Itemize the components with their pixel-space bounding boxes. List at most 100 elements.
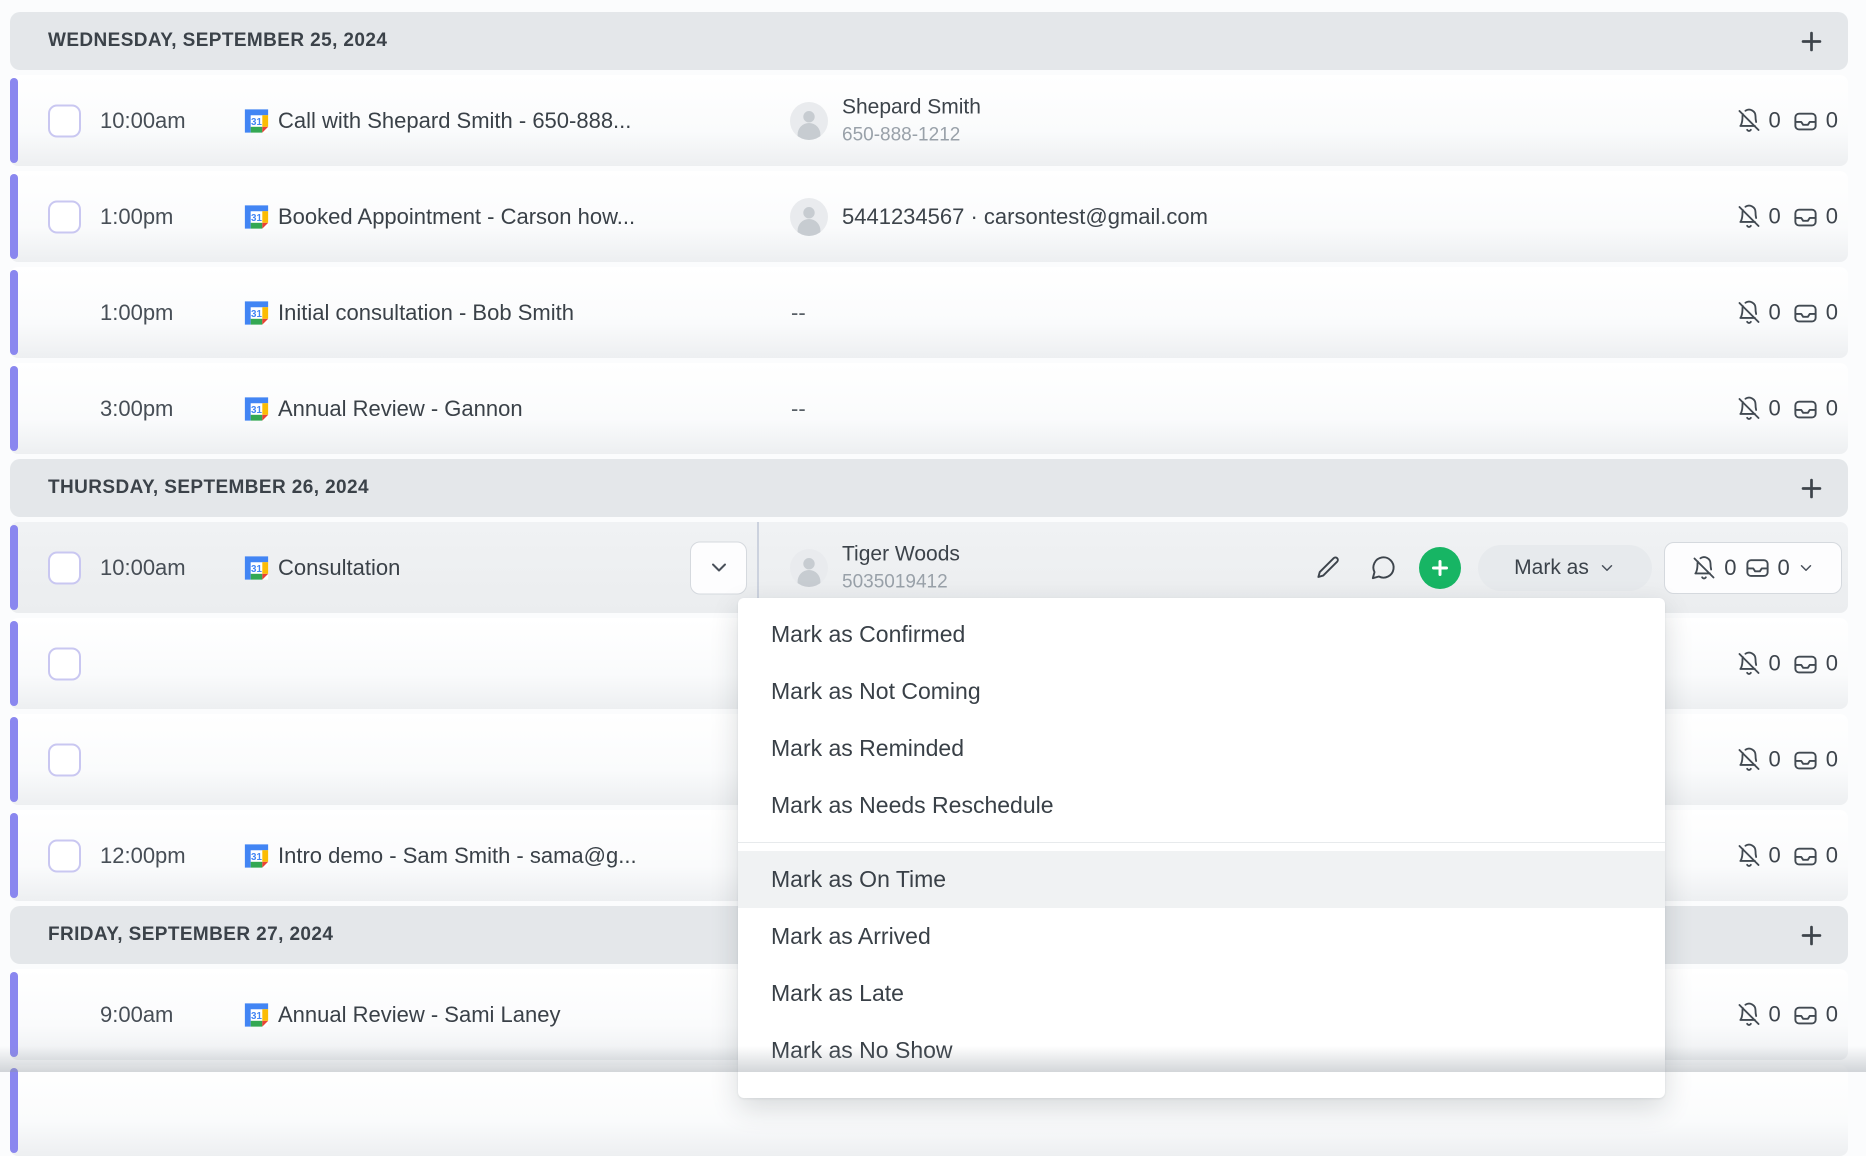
alerts-count: 0 — [1769, 108, 1785, 134]
appointment-title: Annual Review - Gannon — [278, 396, 523, 422]
google-calendar-icon — [241, 999, 272, 1030]
accent-bar — [10, 621, 18, 706]
day-header-thursday: THURSDAY, SEPTEMBER 26, 2024 — [10, 459, 1848, 517]
day-header-date: FRIDAY, SEPTEMBER 27, 2024 — [48, 924, 333, 946]
avatar — [790, 102, 828, 140]
contact-name: Tiger Woods — [842, 542, 960, 566]
chevron-down-icon — [1797, 559, 1815, 577]
inbox-icon — [1744, 554, 1771, 581]
chat-bubble-icon — [1370, 554, 1397, 581]
row-checkbox[interactable] — [48, 647, 81, 680]
pencil-icon — [1315, 554, 1342, 581]
alerts-count: 0 — [1769, 651, 1785, 677]
day-header-date: WEDNESDAY, SEPTEMBER 25, 2024 — [48, 30, 387, 52]
menu-item-mark-as-no-show[interactable]: Mark as No Show — [738, 1022, 1665, 1079]
alerts-count: 0 — [1769, 300, 1785, 326]
row-checkbox[interactable] — [48, 743, 81, 776]
appointment-time: 1:00pm — [100, 300, 173, 326]
menu-item-mark-as-confirmed[interactable]: Mark as Confirmed — [738, 606, 1665, 663]
row-counters: 0 0 — [1736, 203, 1839, 230]
appointment-row[interactable]: 3:00pm Annual Review - Gannon -- 0 0 — [10, 363, 1848, 454]
google-calendar-icon — [241, 840, 272, 871]
mark-as-button[interactable]: Mark as — [1478, 545, 1652, 591]
contact-phone: 5035019412 — [842, 571, 960, 593]
menu-item-mark-as-arrived[interactable]: Mark as Arrived — [738, 908, 1665, 965]
messages-count: 0 — [1826, 204, 1838, 230]
messages-count: 0 — [1826, 396, 1838, 422]
add-appointment-button[interactable] — [1796, 26, 1826, 56]
avatar — [790, 549, 828, 587]
contact-line: 5441234567 · carsontest@gmail.com — [842, 204, 1208, 230]
add-contact-button[interactable] — [1419, 547, 1461, 589]
accent-bar — [10, 813, 18, 898]
notifications-dropdown-button[interactable]: 0 0 — [1664, 542, 1842, 594]
accent-bar — [10, 972, 18, 1057]
accent-bar — [10, 366, 18, 451]
accent-bar — [10, 717, 18, 802]
menu-item-mark-as-not-coming[interactable]: Mark as Not Coming — [738, 663, 1665, 720]
inbox-icon — [1792, 842, 1819, 869]
appointment-row[interactable]: 10:00am Call with Shepard Smith - 650-88… — [10, 75, 1848, 166]
contact-placeholder: -- — [791, 300, 806, 326]
alerts-count: 0 — [1769, 843, 1785, 869]
inbox-icon — [1792, 203, 1819, 230]
appointment-time: 12:00pm — [100, 843, 186, 869]
menu-item-mark-as-needs-reschedule[interactable]: Mark as Needs Reschedule — [738, 777, 1665, 834]
row-counters: 0 0 — [1736, 842, 1839, 869]
chevron-down-icon — [707, 556, 731, 580]
google-calendar-icon — [241, 297, 272, 328]
bell-off-icon — [1736, 300, 1762, 326]
google-calendar-icon — [241, 393, 272, 424]
row-checkbox[interactable] — [48, 104, 81, 137]
contact-placeholder: -- — [791, 396, 806, 422]
add-appointment-button[interactable] — [1796, 473, 1826, 503]
person-icon — [790, 198, 828, 236]
messages-count: 0 — [1826, 747, 1838, 773]
day-header-date: THURSDAY, SEPTEMBER 26, 2024 — [48, 477, 369, 499]
inbox-icon — [1792, 1001, 1819, 1028]
appointment-time: 9:00am — [100, 1002, 173, 1028]
appointment-time: 3:00pm — [100, 396, 173, 422]
appointment-time: 10:00am — [100, 555, 186, 581]
appointment-title: Call with Shepard Smith - 650-888... — [278, 108, 631, 134]
contact-info: Shepard Smith 650-888-1212 — [842, 95, 981, 146]
row-counters: 0 0 — [1736, 299, 1839, 326]
add-appointment-button[interactable] — [1796, 920, 1826, 950]
contact-info: Tiger Woods 5035019412 — [842, 542, 960, 593]
chevron-down-icon — [1598, 559, 1616, 577]
row-counters: 0 0 — [1736, 1001, 1839, 1028]
menu-item-mark-as-on-time[interactable]: Mark as On Time — [738, 851, 1665, 908]
day-header-wednesday: WEDNESDAY, SEPTEMBER 25, 2024 — [10, 12, 1848, 70]
accent-bar — [10, 270, 18, 355]
row-checkbox[interactable] — [48, 551, 81, 584]
bell-off-icon — [1691, 555, 1717, 581]
alerts-count: 0 — [1769, 396, 1785, 422]
appointment-title: Booked Appointment - Carson how... — [278, 204, 635, 230]
menu-item-mark-as-reminded[interactable]: Mark as Reminded — [738, 720, 1665, 777]
menu-item-mark-as-late[interactable]: Mark as Late — [738, 965, 1665, 1022]
messages-count: 0 — [1826, 108, 1838, 134]
plus-icon — [1798, 922, 1825, 949]
row-counters: 0 0 — [1736, 650, 1839, 677]
appointment-time: 1:00pm — [100, 204, 173, 230]
edit-button[interactable] — [1313, 553, 1343, 583]
inbox-icon — [1792, 299, 1819, 326]
bell-off-icon — [1736, 1002, 1762, 1028]
mark-as-label: Mark as — [1514, 556, 1589, 580]
appointment-title: Consultation — [278, 555, 400, 581]
appointment-title: Annual Review - Sami Laney — [278, 1002, 560, 1028]
messages-count: 0 — [1826, 651, 1838, 677]
alerts-count: 0 — [1769, 204, 1785, 230]
plus-icon — [1428, 556, 1452, 580]
appointment-row[interactable]: 1:00pm Booked Appointment - Carson how..… — [10, 171, 1848, 262]
conversation-button[interactable] — [1368, 553, 1398, 583]
appointment-row[interactable]: 1:00pm Initial consultation - Bob Smith … — [10, 267, 1848, 358]
appointment-time: 10:00am — [100, 108, 186, 134]
messages-count: 0 — [1778, 555, 1790, 581]
mark-as-menu: Mark as Confirmed Mark as Not Coming Mar… — [738, 598, 1665, 1098]
messages-count: 0 — [1826, 843, 1838, 869]
row-checkbox[interactable] — [48, 200, 81, 233]
row-checkbox[interactable] — [48, 839, 81, 872]
collapse-row-button[interactable] — [690, 541, 747, 594]
contact-name: Shepard Smith — [842, 95, 981, 119]
